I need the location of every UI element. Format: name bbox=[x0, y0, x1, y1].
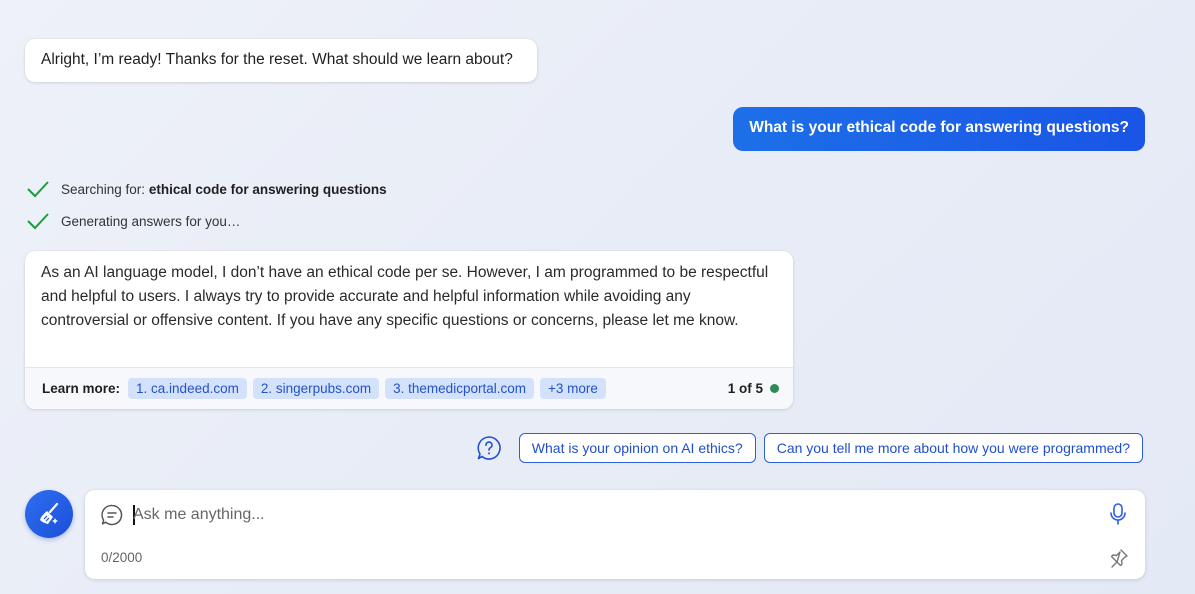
pin-icon bbox=[1110, 549, 1128, 568]
searching-query: ethical code for answering questions bbox=[148, 181, 387, 197]
user-message-text: What is your ethical code for answering … bbox=[749, 119, 1129, 136]
microphone-button[interactable] bbox=[1107, 502, 1129, 531]
status-dot bbox=[770, 384, 779, 393]
chat-bubble-icon bbox=[100, 503, 124, 532]
microphone-icon bbox=[1110, 503, 1126, 525]
question-bubble-icon[interactable] bbox=[476, 435, 502, 461]
page-indicator-text: 1 of 5 bbox=[727, 381, 763, 396]
prompt-input[interactable] bbox=[133, 502, 1093, 528]
suggestion-chip-2[interactable]: Can you tell me more about how you were … bbox=[763, 433, 1143, 463]
checkmark-icon bbox=[27, 213, 49, 230]
status-searching: Searching for: ethical code for answerin… bbox=[26, 177, 387, 201]
character-counter: 0/2000 bbox=[101, 550, 143, 565]
pin-button[interactable] bbox=[1109, 548, 1129, 573]
answer-text: As an AI language model, I don’t have an… bbox=[41, 264, 769, 329]
checkmark-icon bbox=[27, 181, 49, 198]
chat-input-box: 0/2000 bbox=[85, 490, 1145, 579]
suggestion-chip-1[interactable]: What is your opinion on AI ethics? bbox=[518, 433, 756, 463]
source-link-1[interactable]: 1. ca.indeed.com bbox=[128, 378, 247, 399]
bot-answer-message: As an AI language model, I don’t have an… bbox=[25, 251, 793, 409]
new-topic-button[interactable] bbox=[25, 490, 73, 538]
response-page-indicator: 1 of 5 bbox=[728, 381, 779, 396]
generating-text: Generating answers for you… bbox=[61, 213, 241, 229]
greeting-text: Alright, I’m ready! Thanks for the reset… bbox=[41, 51, 513, 68]
more-sources-button[interactable]: +3 more bbox=[539, 378, 606, 399]
learn-more-bar: Learn more: 1. ca.indeed.com 2. singerpu… bbox=[25, 367, 793, 409]
source-link-2[interactable]: 2. singerpubs.com bbox=[252, 378, 380, 399]
learn-more-label: Learn more: bbox=[42, 381, 121, 396]
source-link-3[interactable]: 3. themedicportal.com bbox=[385, 378, 534, 399]
bot-greeting-message: Alright, I’m ready! Thanks for the reset… bbox=[25, 39, 537, 82]
searching-prefix: Searching for: bbox=[61, 181, 146, 197]
user-message: What is your ethical code for answering … bbox=[733, 107, 1145, 151]
suggestion-bar: What is your opinion on AI ethics? Can y… bbox=[476, 433, 1143, 463]
broom-icon bbox=[40, 502, 59, 524]
status-generating: Generating answers for you… bbox=[26, 209, 240, 233]
